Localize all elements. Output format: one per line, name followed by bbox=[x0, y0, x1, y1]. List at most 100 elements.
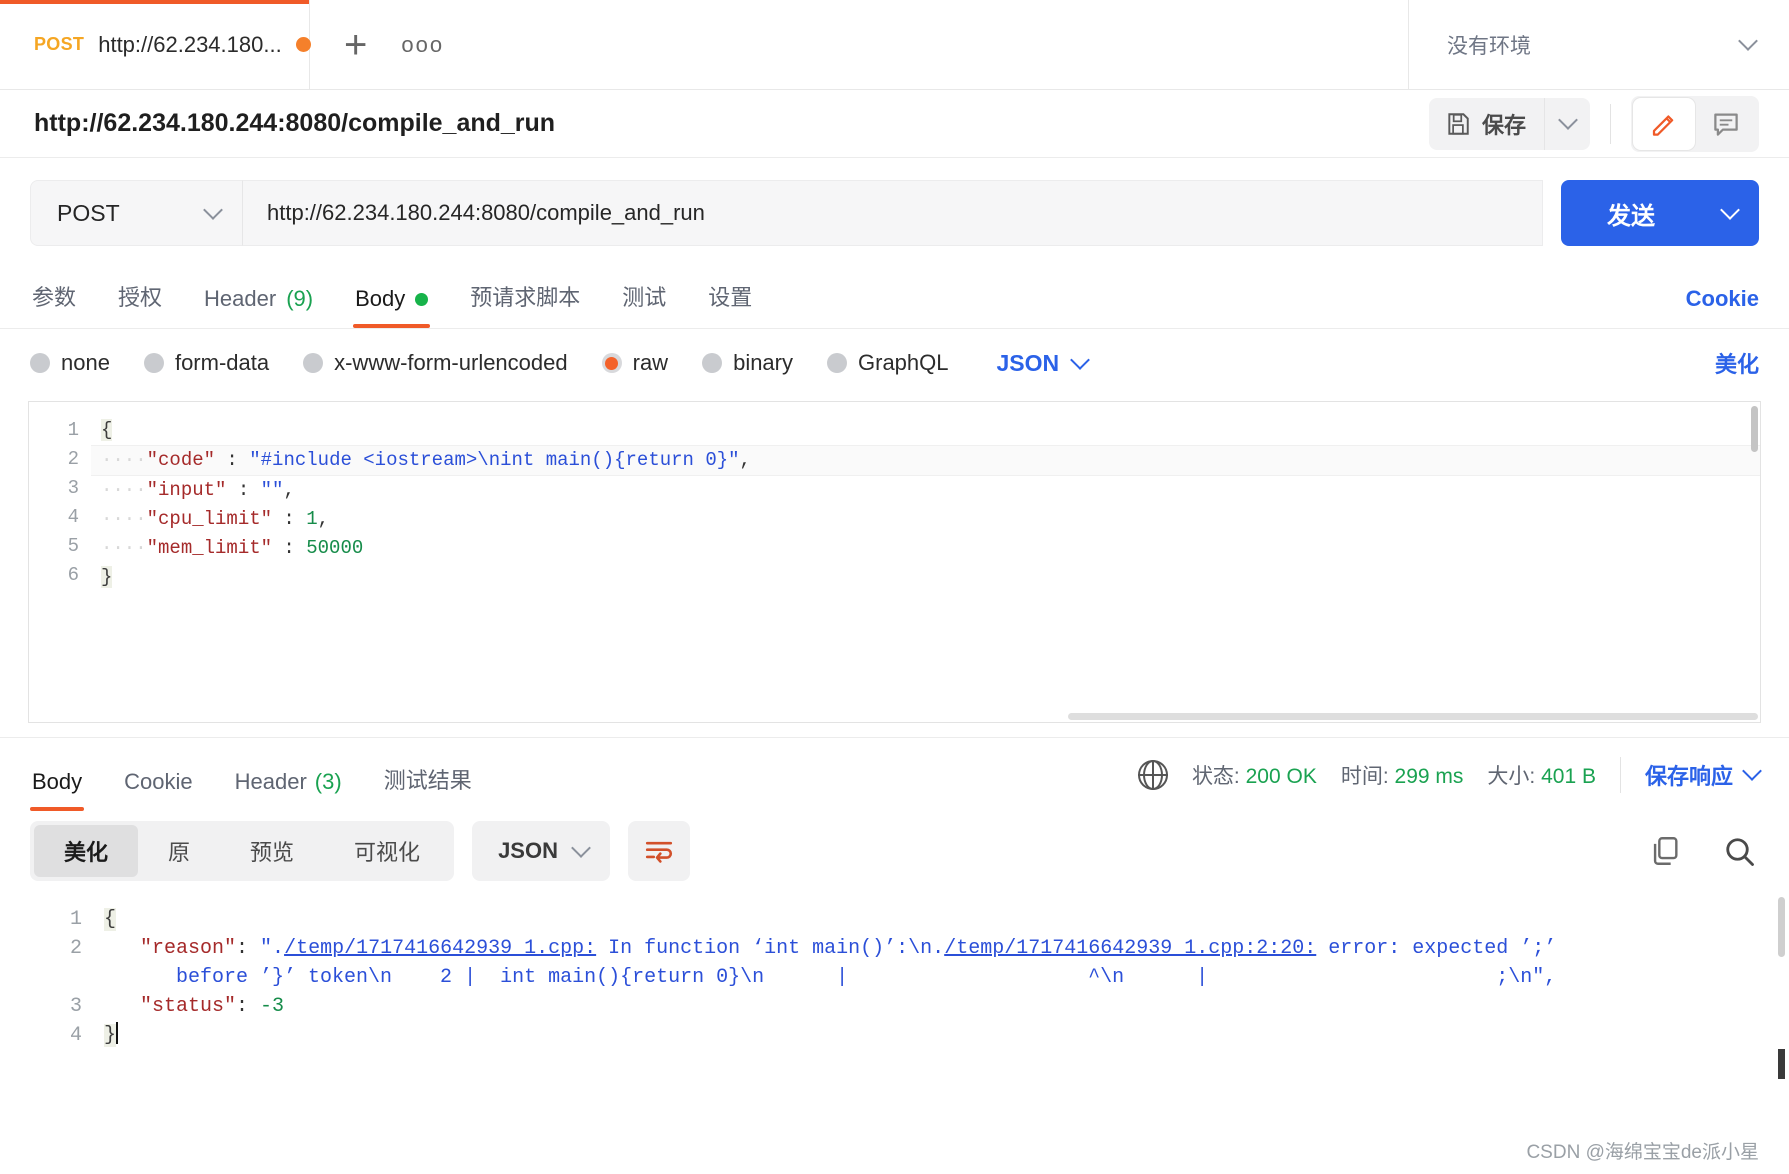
beautify-link[interactable]: 美化 bbox=[1715, 347, 1759, 379]
app-root: POST http://62.234.180... + ooo 没有环境 htt… bbox=[0, 0, 1789, 1174]
tab-label: 预请求脚本 bbox=[470, 285, 581, 310]
body-type-urlencoded[interactable]: x-www-form-urlencoded bbox=[303, 350, 568, 376]
body-active-dot-icon bbox=[415, 292, 429, 306]
cookie-link[interactable]: Cookie bbox=[1686, 286, 1759, 328]
environment-selector[interactable]: 没有环境 bbox=[1409, 0, 1789, 89]
environment-label: 没有环境 bbox=[1447, 34, 1531, 58]
tab-tests[interactable]: 测试 bbox=[620, 274, 668, 328]
view-mode-beautify[interactable]: 美化 bbox=[34, 825, 139, 877]
tab-label: 参数 bbox=[32, 285, 77, 310]
file-path-link[interactable]: /temp/1717416642939_1.cpp:2:20: bbox=[944, 937, 1316, 960]
radio-icon bbox=[827, 353, 847, 373]
radio-icon bbox=[30, 353, 50, 373]
response-vertical-scrollbar[interactable] bbox=[1778, 897, 1785, 957]
json-key: "reason" bbox=[140, 937, 237, 960]
http-method-select[interactable]: POST bbox=[30, 180, 242, 246]
tab-params[interactable]: 参数 bbox=[30, 274, 78, 328]
save-button[interactable]: 保存 bbox=[1428, 97, 1544, 150]
chevron-down-icon bbox=[1720, 199, 1740, 220]
divider bbox=[1610, 103, 1611, 144]
json-comma: , bbox=[283, 479, 295, 501]
body-type-none[interactable]: none bbox=[30, 350, 110, 376]
edit-mode-button[interactable] bbox=[1633, 97, 1695, 150]
copy-button[interactable] bbox=[1645, 831, 1685, 871]
request-body-editor[interactable]: 1 2 3 4 5 6 { ····"code" : "#include <io… bbox=[28, 401, 1761, 723]
save-response-button[interactable]: 保存响应 bbox=[1644, 759, 1762, 791]
view-mode-raw[interactable]: 原 bbox=[138, 825, 220, 877]
view-mode-preview[interactable]: 预览 bbox=[220, 825, 324, 877]
search-button[interactable] bbox=[1719, 831, 1759, 871]
time-label: 时间: bbox=[1340, 764, 1389, 788]
code-line: { bbox=[91, 416, 1760, 445]
file-path-link[interactable]: /temp/1717416642939_1.cpp: bbox=[284, 937, 596, 960]
code-text: { bbox=[101, 419, 113, 441]
header-count-badge: (9) bbox=[286, 286, 314, 311]
view-mode-visualize[interactable]: 可视化 bbox=[324, 825, 450, 877]
indent-dots: ···· bbox=[101, 508, 147, 530]
json-comma: , bbox=[739, 449, 751, 471]
chevron-down-icon bbox=[1070, 349, 1091, 370]
editor-horizontal-scrollbar[interactable] bbox=[1067, 713, 1758, 720]
raw-format-select[interactable]: JSON bbox=[997, 349, 1091, 377]
json-separator: : bbox=[226, 479, 261, 501]
body-type-graphql[interactable]: GraphQL bbox=[827, 350, 949, 376]
tab-bar: POST http://62.234.180... + ooo 没有环境 bbox=[0, 0, 1789, 90]
line-number: 2 bbox=[67, 448, 79, 470]
floppy-disk-icon bbox=[1448, 112, 1469, 135]
save-response-label: 保存响应 bbox=[1644, 763, 1733, 789]
word-wrap-button[interactable] bbox=[627, 821, 690, 881]
response-tab-test-results[interactable]: 测试结果 bbox=[382, 738, 474, 811]
response-format-select[interactable]: JSON bbox=[472, 821, 610, 881]
response-code-lines: { "reason": "./temp/1717416642939_1.cpp:… bbox=[96, 897, 1789, 1050]
tab-auth[interactable]: 授权 bbox=[116, 274, 164, 328]
page-title: http://62.234.180.244:8080/compile_and_r… bbox=[34, 109, 556, 137]
request-tab-method: POST bbox=[34, 34, 85, 54]
tab-label: Cookie bbox=[124, 769, 193, 794]
chevron-down-icon bbox=[1557, 110, 1578, 130]
body-type-raw[interactable]: raw bbox=[601, 350, 668, 376]
tab-body[interactable]: Body bbox=[353, 280, 431, 328]
more-options-icon[interactable]: ooo bbox=[401, 32, 444, 58]
json-separator: : bbox=[272, 508, 307, 530]
code-line: { bbox=[104, 905, 1789, 934]
editor-vertical-scrollbar[interactable] bbox=[1751, 406, 1758, 452]
tab-settings[interactable]: 设置 bbox=[706, 274, 754, 328]
json-string-part: before ’}’ token\n 2 | int main(){return… bbox=[176, 966, 1557, 989]
code-line: "reason": "./temp/1717416642939_1.cpp: I… bbox=[104, 934, 1789, 963]
tab-label: Header bbox=[204, 286, 277, 311]
new-tab-icon[interactable]: + bbox=[344, 25, 367, 65]
line-number: 1 bbox=[67, 419, 79, 441]
body-type-binary[interactable]: binary bbox=[702, 350, 793, 376]
response-tab-cookie[interactable]: Cookie bbox=[122, 738, 194, 811]
send-dropdown-button[interactable] bbox=[1701, 180, 1759, 246]
request-tab[interactable]: POST http://62.234.180... bbox=[0, 0, 311, 89]
chevron-down-icon bbox=[203, 199, 223, 220]
search-icon bbox=[1726, 838, 1754, 866]
json-key: "cpu_limit" bbox=[146, 508, 273, 530]
save-dropdown-button[interactable] bbox=[1544, 97, 1590, 150]
indent-dots: ···· bbox=[101, 479, 147, 501]
tab-prerequest-script[interactable]: 预请求脚本 bbox=[468, 274, 582, 328]
request-tabs: 参数 授权 Header (9) Body 预请求脚本 测试 设置 Cookie bbox=[0, 264, 1789, 328]
radio-icon bbox=[303, 353, 324, 373]
code-line: ····"mem_limit" : 50000 bbox=[91, 534, 1760, 563]
response-tab-header[interactable]: Header (3) bbox=[233, 738, 344, 811]
header-count-badge: (3) bbox=[314, 769, 342, 794]
comment-button[interactable] bbox=[1695, 98, 1757, 150]
status-badge: 状态: 200 OK bbox=[1192, 760, 1317, 790]
tab-header[interactable]: Header (9) bbox=[202, 280, 315, 328]
send-button[interactable]: 发送 bbox=[1561, 180, 1701, 246]
copy-icon bbox=[1653, 837, 1678, 865]
text-cursor bbox=[116, 1022, 119, 1044]
url-input[interactable] bbox=[242, 180, 1543, 246]
response-scrollbar-thumb[interactable] bbox=[1778, 1049, 1785, 1079]
response-body-viewer[interactable]: 1 2 3 4 { "reason": "./temp/171741664293… bbox=[0, 897, 1789, 1087]
watermark: CSDN @海绵宝宝de派小星 bbox=[1526, 1142, 1759, 1163]
tab-actions: + ooo bbox=[310, 0, 1409, 89]
json-key: "status" bbox=[140, 995, 237, 1018]
body-type-form-data[interactable]: form-data bbox=[143, 350, 269, 376]
response-tab-body[interactable]: Body bbox=[30, 738, 85, 811]
comment-icon bbox=[1714, 113, 1738, 136]
unsaved-indicator-icon bbox=[295, 37, 311, 52]
size-badge: 大小: 401 B bbox=[1487, 760, 1596, 790]
